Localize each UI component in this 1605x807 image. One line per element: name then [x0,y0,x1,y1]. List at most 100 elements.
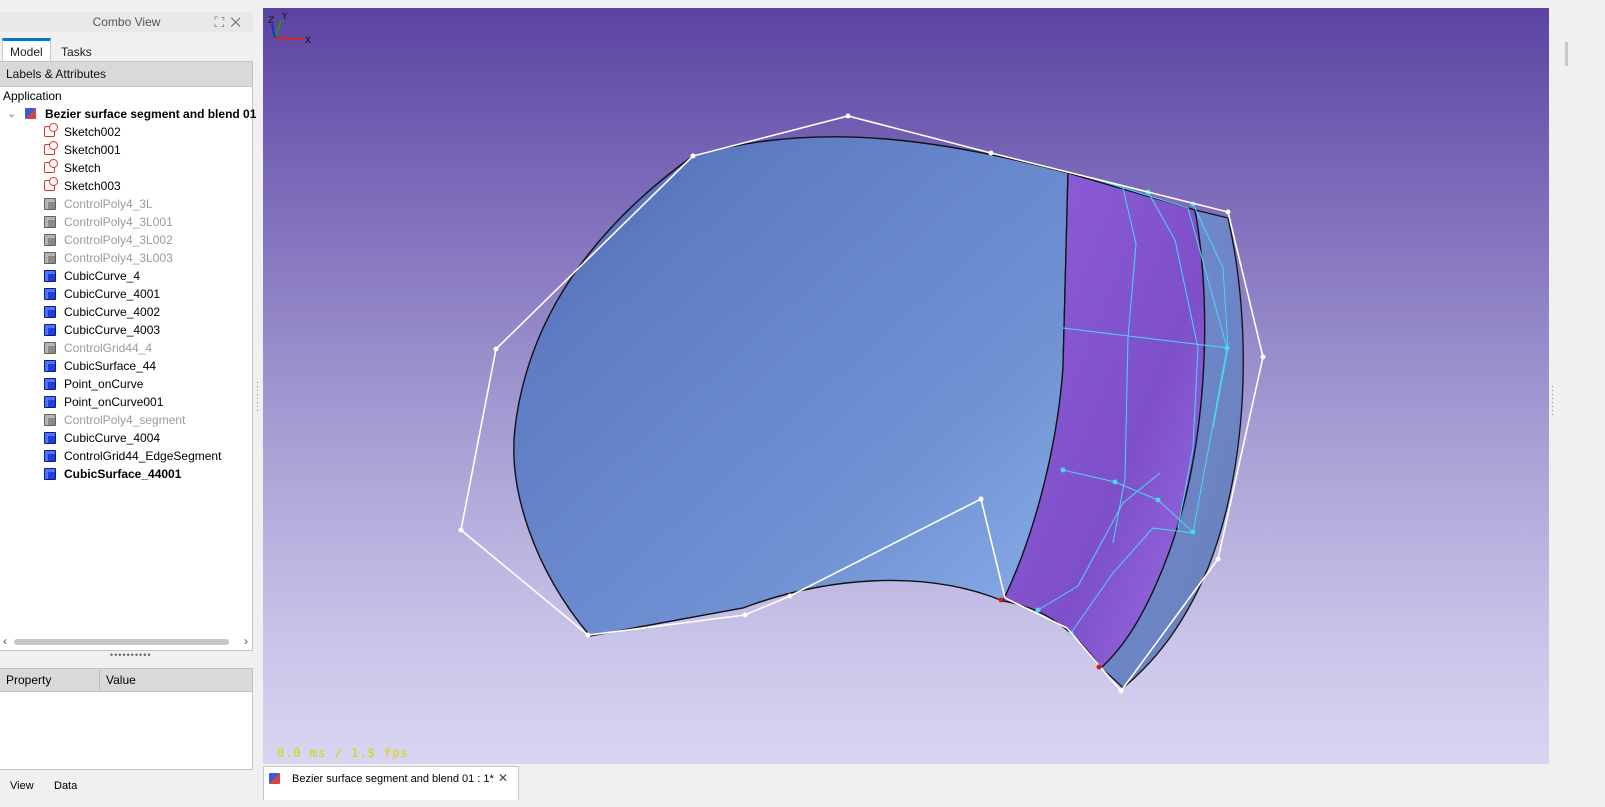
tree-header[interactable]: Labels & Attributes [0,62,252,87]
panel-splitter[interactable]: •••••••••• [110,650,152,660]
blue-cube-icon [44,288,56,300]
horizontal-scrollbar[interactable]: ‹ › [0,634,252,648]
tree-item[interactable]: CubicCurve_4001 [0,285,252,303]
tree-item-label: Sketch001 [64,143,121,157]
right-scrollbar[interactable] [1565,42,1568,66]
blue-cube-icon [44,270,56,282]
blue-cube-icon [44,468,56,480]
tree-item[interactable]: Sketch002 [0,123,252,141]
scroll-left-icon[interactable]: ‹ [3,634,7,648]
svg-text:Y: Y [281,12,288,22]
tree-item-label: ControlGrid44_EdgeSegment [64,449,222,463]
tab-model[interactable]: Model [2,38,51,61]
tree-item-label: Point_onCurve [64,377,144,391]
blue-cube-icon [44,324,56,336]
property-panel: Property Value [0,668,253,770]
right-splitter[interactable]: · · · · · · · · [1551,382,1554,419]
tree-item[interactable]: ControlGrid44_4 [0,339,252,357]
tree-item-label: CubicSurface_44 [64,359,157,373]
tree-item[interactable]: ControlPoly4_3L [0,195,252,213]
tree-item-label: ControlPoly4_3L003 [64,251,173,265]
tree-item[interactable]: CubicCurve_4003 [0,321,252,339]
cubic-surface-main [513,136,1069,637]
tree-item[interactable]: ControlPoly4_segment [0,411,252,429]
combo-tabs: Model Tasks [2,38,99,62]
document-tab-label: Bezier surface segment and blend 01 : 1* [292,773,494,785]
float-icon[interactable]: ⛶ [215,14,231,30]
gray-cube-icon [44,252,56,264]
document-tab[interactable]: Bezier surface segment and blend 01 : 1*… [263,766,519,800]
tree-item-label: CubicSurface_44001 [64,467,182,481]
scrollbar-thumb[interactable] [14,639,229,645]
tree-item[interactable]: CubicCurve_4 [0,267,252,285]
tree-item-label: Sketch002 [64,125,121,139]
combo-view-titlebar: Combo View ⛶✕ [0,12,253,32]
close-icon[interactable]: ✕ [230,14,247,30]
gray-cube-icon [44,234,56,246]
tree-item[interactable]: CubicCurve_4002 [0,303,252,321]
model-tree: Labels & Attributes Application ⌄ Bezier… [0,61,256,651]
value-column-header[interactable]: Value [106,673,136,687]
tree-item[interactable]: ControlGrid44_EdgeSegment [0,447,252,465]
blue-cube-icon [44,378,56,390]
tree-item-label: CubicCurve_4 [64,269,141,283]
svg-text:X: X [305,36,311,46]
tree-item-label: Sketch [64,161,101,175]
fps-counter: 0.0 ms / 1.$ fps [277,746,409,760]
tree-item-label: ControlPoly4_3L001 [64,215,173,229]
tree-item-label: ControlPoly4_segment [64,413,186,427]
tree-item[interactable]: Point_onCurve001 [0,393,252,411]
blue-cube-icon [44,360,56,372]
application-label: Application [3,89,62,103]
gray-cube-icon [44,414,56,426]
sketch-icon [44,141,58,155]
tree-item-label: ControlGrid44_4 [64,341,153,355]
tree-item[interactable]: ControlPoly4_3L001 [0,213,252,231]
property-header: Property Value [0,669,252,692]
tree-items: Sketch002 Sketch001 Sketch Sketch003 Control… [0,123,252,483]
tree-item-label: Point_onCurve001 [64,395,164,409]
tree-item[interactable]: ControlPoly4_3L002 [0,231,252,249]
gray-cube-icon [44,198,56,210]
vertical-splitter[interactable]: · · · · · · · · [256,378,259,415]
tree-item[interactable]: Sketch001 [0,141,252,159]
3d-viewport[interactable]: 0.0 ms / 1.$ fps X Y Z [263,8,1549,764]
property-column-header[interactable]: Property [6,673,51,687]
combo-view-title: Combo View [92,15,161,29]
tree-document[interactable]: ⌄ Bezier surface segment and blend 01 [0,105,256,123]
tab-data[interactable]: Data [54,780,77,792]
combo-view: Combo View ⛶✕ Model Tasks Labels & Attri… [0,8,256,799]
blue-cube-icon [44,450,56,462]
tree-item-label: CubicCurve_4003 [64,323,161,337]
tree-item-label: CubicCurve_4001 [64,287,161,301]
gray-cube-icon [44,342,56,354]
tree-item[interactable]: CubicSurface_44001 [0,465,252,483]
tree-item[interactable]: CubicCurve_4004 [0,429,252,447]
sketch-icon [44,123,58,137]
tree-item-label: ControlPoly4_3L [64,197,153,211]
scroll-right-icon[interactable]: › [244,634,248,648]
document-label: Bezier surface segment and blend 01 [45,107,257,121]
tab-view[interactable]: View [10,780,34,792]
tree-item[interactable]: ControlPoly4_3L003 [0,249,252,267]
document-icon [25,108,36,119]
tree-item-label: CubicCurve_4004 [64,431,161,445]
right-dock-strip [1560,0,1605,799]
document-icon [269,773,280,784]
tree-item-label: ControlPoly4_3L002 [64,233,173,247]
sketch-icon [44,177,58,191]
tree-item[interactable]: Point_onCurve [0,375,252,393]
tree-item[interactable]: Sketch [0,159,252,177]
tree-item-label: Sketch003 [64,179,121,193]
sketch-icon [44,159,58,173]
close-icon[interactable]: ✕ [498,771,508,785]
axis-cross-icon: X Y Z [268,12,311,46]
tree-item-label: CubicCurve_4002 [64,305,161,319]
scene [458,113,1266,694]
tab-tasks[interactable]: Tasks [54,41,99,63]
tree-item[interactable]: CubicSurface_44 [0,357,252,375]
blue-cube-icon [44,306,56,318]
chevron-down-icon[interactable]: ⌄ [7,105,16,123]
blue-cube-icon [44,396,56,408]
tree-item[interactable]: Sketch003 [0,177,252,195]
